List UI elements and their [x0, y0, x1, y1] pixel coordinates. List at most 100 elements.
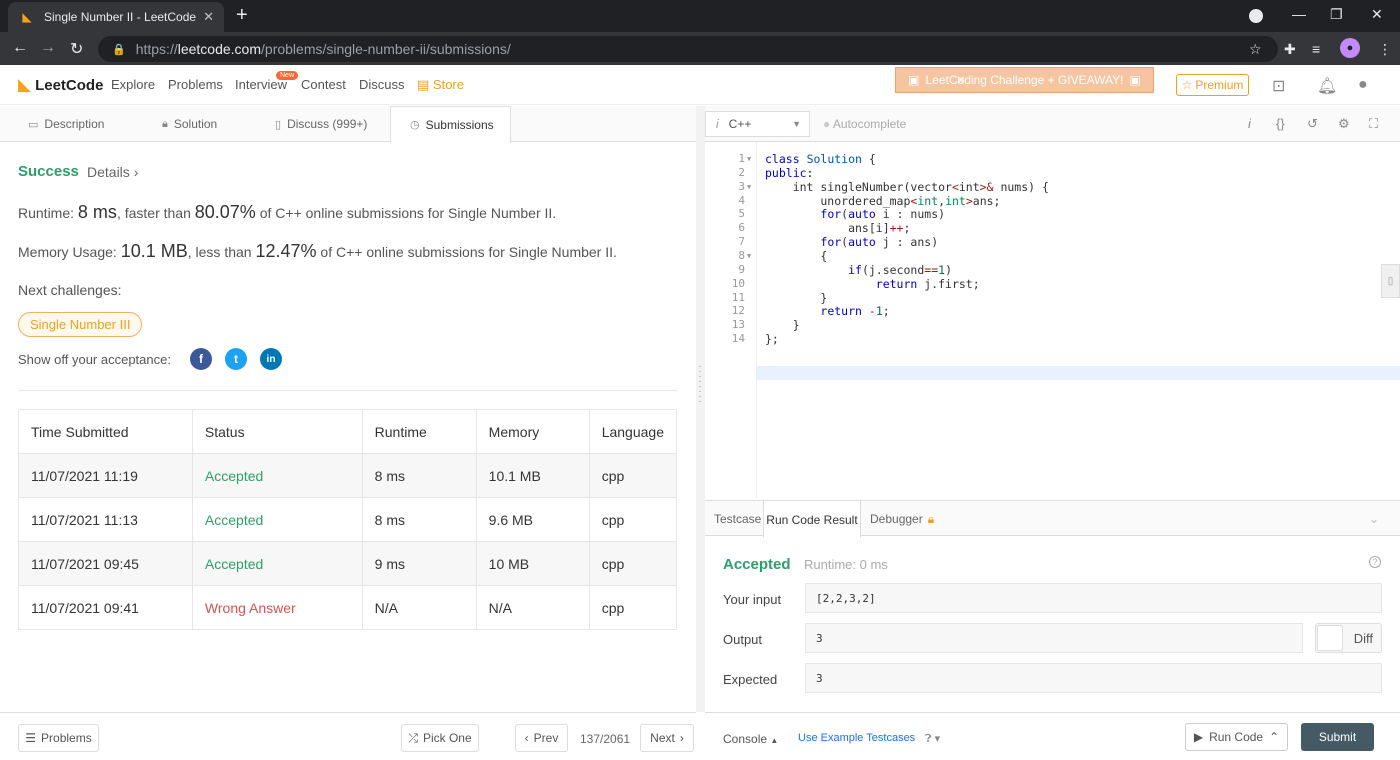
playground-icon[interactable]: ⊡	[1272, 76, 1285, 96]
table-row[interactable]: 11/07/2021 11:13 Accepted 8 ms 9.6 MB cp…	[18, 497, 678, 542]
facebook-icon[interactable]: f	[190, 348, 212, 370]
challenge-banner[interactable]: ▣ LeetCoding Challenge + GIVEAWAY! ▣ ✕	[895, 67, 1154, 93]
browser-menu-icon[interactable]: ⋮	[1378, 41, 1392, 58]
new-tab-icon[interactable]: +	[236, 4, 248, 26]
fold-arrow-icon[interactable]: ▼	[747, 252, 751, 260]
prev-button[interactable]: ‹ Prev	[515, 724, 568, 752]
nav-problems[interactable]: Problems	[168, 77, 223, 92]
user-avatar-icon[interactable]: ●	[1358, 76, 1368, 94]
col-language[interactable]: Language	[588, 409, 678, 454]
code-editor[interactable]: 1 ▼ 2 3 ▼ 4 5 6 7 8 ▼ 9 10 11 12 13 14 class Solution {p…	[705, 142, 1400, 498]
clock-icon: ◷	[410, 119, 420, 131]
reload-icon[interactable]: ↻	[70, 39, 83, 59]
fold-arrow-icon[interactable]: ▼	[747, 155, 751, 163]
restore-icon[interactable]: ❐	[1330, 6, 1343, 23]
status-cell[interactable]: Accepted	[191, 497, 363, 542]
table-row[interactable]: 11/07/2021 09:41 Wrong Answer N/A N/A cp…	[18, 585, 678, 630]
close-banner-icon[interactable]: ✕	[956, 73, 1143, 87]
editor-panel: i C++ ▼ ● Autocomplete i {} ↺ ⚙ ⛶ 1 ▼ 2 3 ▼ 4…	[705, 106, 1400, 760]
use-example-testcases-link[interactable]: Use Example Testcases	[798, 732, 915, 744]
col-memory[interactable]: Memory	[475, 409, 590, 454]
url-scheme: https://	[135, 41, 178, 57]
browser-tab[interactable]: ◣ Single Number II - LeetCode ✕	[8, 2, 224, 32]
extensions-icon[interactable]: ✚	[1284, 41, 1296, 58]
console-button[interactable]: Console ▲	[723, 732, 778, 746]
your-input-label: Your input	[723, 592, 782, 607]
nav-store[interactable]: ▤ Store	[417, 77, 464, 93]
runtime-tail: of C++ online submissions for Single Num…	[259, 205, 557, 221]
linkedin-icon[interactable]: in	[260, 348, 282, 370]
lock-icon: 🔒︎	[927, 511, 935, 526]
problems-button[interactable]: ☰ Problems	[18, 724, 99, 752]
fold-arrow-icon[interactable]: ▼	[747, 183, 751, 191]
fullscreen-icon[interactable]: ⛶	[1369, 116, 1378, 132]
bookmark-star-icon[interactable]: ☆	[1249, 41, 1262, 58]
tab-discuss[interactable]: ▯ Discuss (999+)	[275, 106, 367, 142]
nav-explore[interactable]: Explore	[111, 77, 155, 92]
close-tab-icon[interactable]: ✕	[203, 9, 214, 25]
run-code-button[interactable]: ▶ Run Code ⌃	[1185, 723, 1288, 751]
leetcode-logo[interactable]: ◣ LeetCode	[18, 75, 103, 95]
nav-contest[interactable]: Contest	[301, 77, 346, 92]
status-cell[interactable]: Accepted	[191, 541, 363, 586]
run-code-label: Run Code	[1209, 730, 1264, 744]
next-label: Next	[650, 731, 675, 745]
help-dropdown-icon[interactable]: ❓︎ ▾	[925, 732, 940, 746]
status-cell[interactable]: Accepted	[191, 453, 363, 498]
panel-resize-handle[interactable]: · · · · · · · ·	[696, 106, 705, 712]
caret-up-icon: ▲	[770, 736, 779, 745]
minimize-icon[interactable]: —	[1292, 6, 1306, 22]
premium-button[interactable]: ☆ Premium	[1176, 74, 1249, 96]
diff-toggle[interactable]: Diff	[1315, 623, 1382, 653]
code-line: class Solution {	[765, 152, 876, 166]
nav-discuss[interactable]: Discuss	[359, 77, 405, 92]
pick-one-button[interactable]: ⤮ Pick One	[401, 724, 479, 752]
tab-testcase[interactable]: Testcase	[714, 501, 761, 537]
col-status[interactable]: Status	[191, 409, 363, 454]
tab-run-code-result[interactable]: Run Code Result	[763, 501, 861, 538]
table-row[interactable]: 11/07/2021 09:45 Accepted 9 ms 10 MB cpp	[18, 541, 678, 586]
chevron-left-icon: ‹	[524, 731, 529, 745]
line-number: 2	[738, 165, 745, 179]
reset-icon[interactable]: ↺	[1307, 116, 1318, 132]
forward-icon[interactable]: →	[40, 39, 56, 57]
memory-cell: 10 MB	[475, 541, 590, 586]
tab-debugger[interactable]: Debugger 🔒︎	[870, 501, 934, 537]
next-button[interactable]: Next ›	[640, 724, 694, 752]
submit-button[interactable]: Submit	[1301, 723, 1374, 751]
close-window-icon[interactable]: ✕	[1371, 6, 1383, 23]
back-icon[interactable]: ←	[12, 39, 28, 57]
col-runtime[interactable]: Runtime	[361, 409, 477, 454]
col-time-submitted[interactable]: Time Submitted	[18, 409, 193, 454]
format-braces-icon[interactable]: {}	[1276, 116, 1285, 131]
notification-bell-icon[interactable]: 🔔︎	[1317, 76, 1337, 96]
media-control-icon[interactable]: ≡	[1312, 41, 1320, 57]
details-link[interactable]: Details ›	[87, 164, 138, 180]
side-panel-toggle-icon[interactable]: ▯	[1381, 264, 1400, 298]
tab-description[interactable]: ▭ Description	[28, 106, 104, 142]
challenge-pill[interactable]: Single Number III	[18, 312, 143, 337]
site-header: ◣ LeetCode Explore Problems Interview Ne…	[0, 65, 1400, 105]
info-icon[interactable]: i	[1248, 116, 1251, 131]
debugger-label: Debugger	[870, 512, 923, 526]
tab-submissions[interactable]: ◷ Submissions	[390, 106, 511, 143]
prev-label: Prev	[533, 731, 559, 745]
editor-toolbar: i C++ ▼ ● Autocomplete i {} ↺ ⚙ ⛶	[705, 106, 1400, 142]
table-row[interactable]: 11/07/2021 11:19 Accepted 8 ms 10.1 MB c…	[18, 453, 678, 498]
problem-bottom-bar: ☰ Problems ⤮ Pick One ‹ Prev 137/2061 Ne…	[0, 712, 696, 760]
tab-solution[interactable]: 🔒︎ Solution	[162, 106, 217, 142]
autocomplete-toggle[interactable]: ● Autocomplete	[823, 117, 906, 131]
profile-avatar-icon[interactable]: ●	[1340, 38, 1360, 58]
status-cell[interactable]: Wrong Answer	[191, 585, 363, 630]
language-select[interactable]: i C++ ▼	[705, 111, 810, 137]
help-icon[interactable]: ?	[1369, 556, 1381, 568]
twitter-icon[interactable]: t	[225, 348, 247, 370]
settings-gear-icon[interactable]: ⚙	[1338, 116, 1350, 132]
collapse-chevron-icon[interactable]: ⌄	[1369, 501, 1379, 537]
tab-search-icon[interactable]	[1249, 9, 1263, 23]
toggle-knob	[1317, 625, 1343, 651]
autocomplete-label: Autocomplete	[832, 117, 907, 131]
tab-submissions-label: Submissions	[425, 117, 494, 132]
address-bar[interactable]: 🔒 https://leetcode.com/problems/single-n…	[98, 36, 1278, 62]
runtime-value: 8 ms	[77, 202, 117, 222]
